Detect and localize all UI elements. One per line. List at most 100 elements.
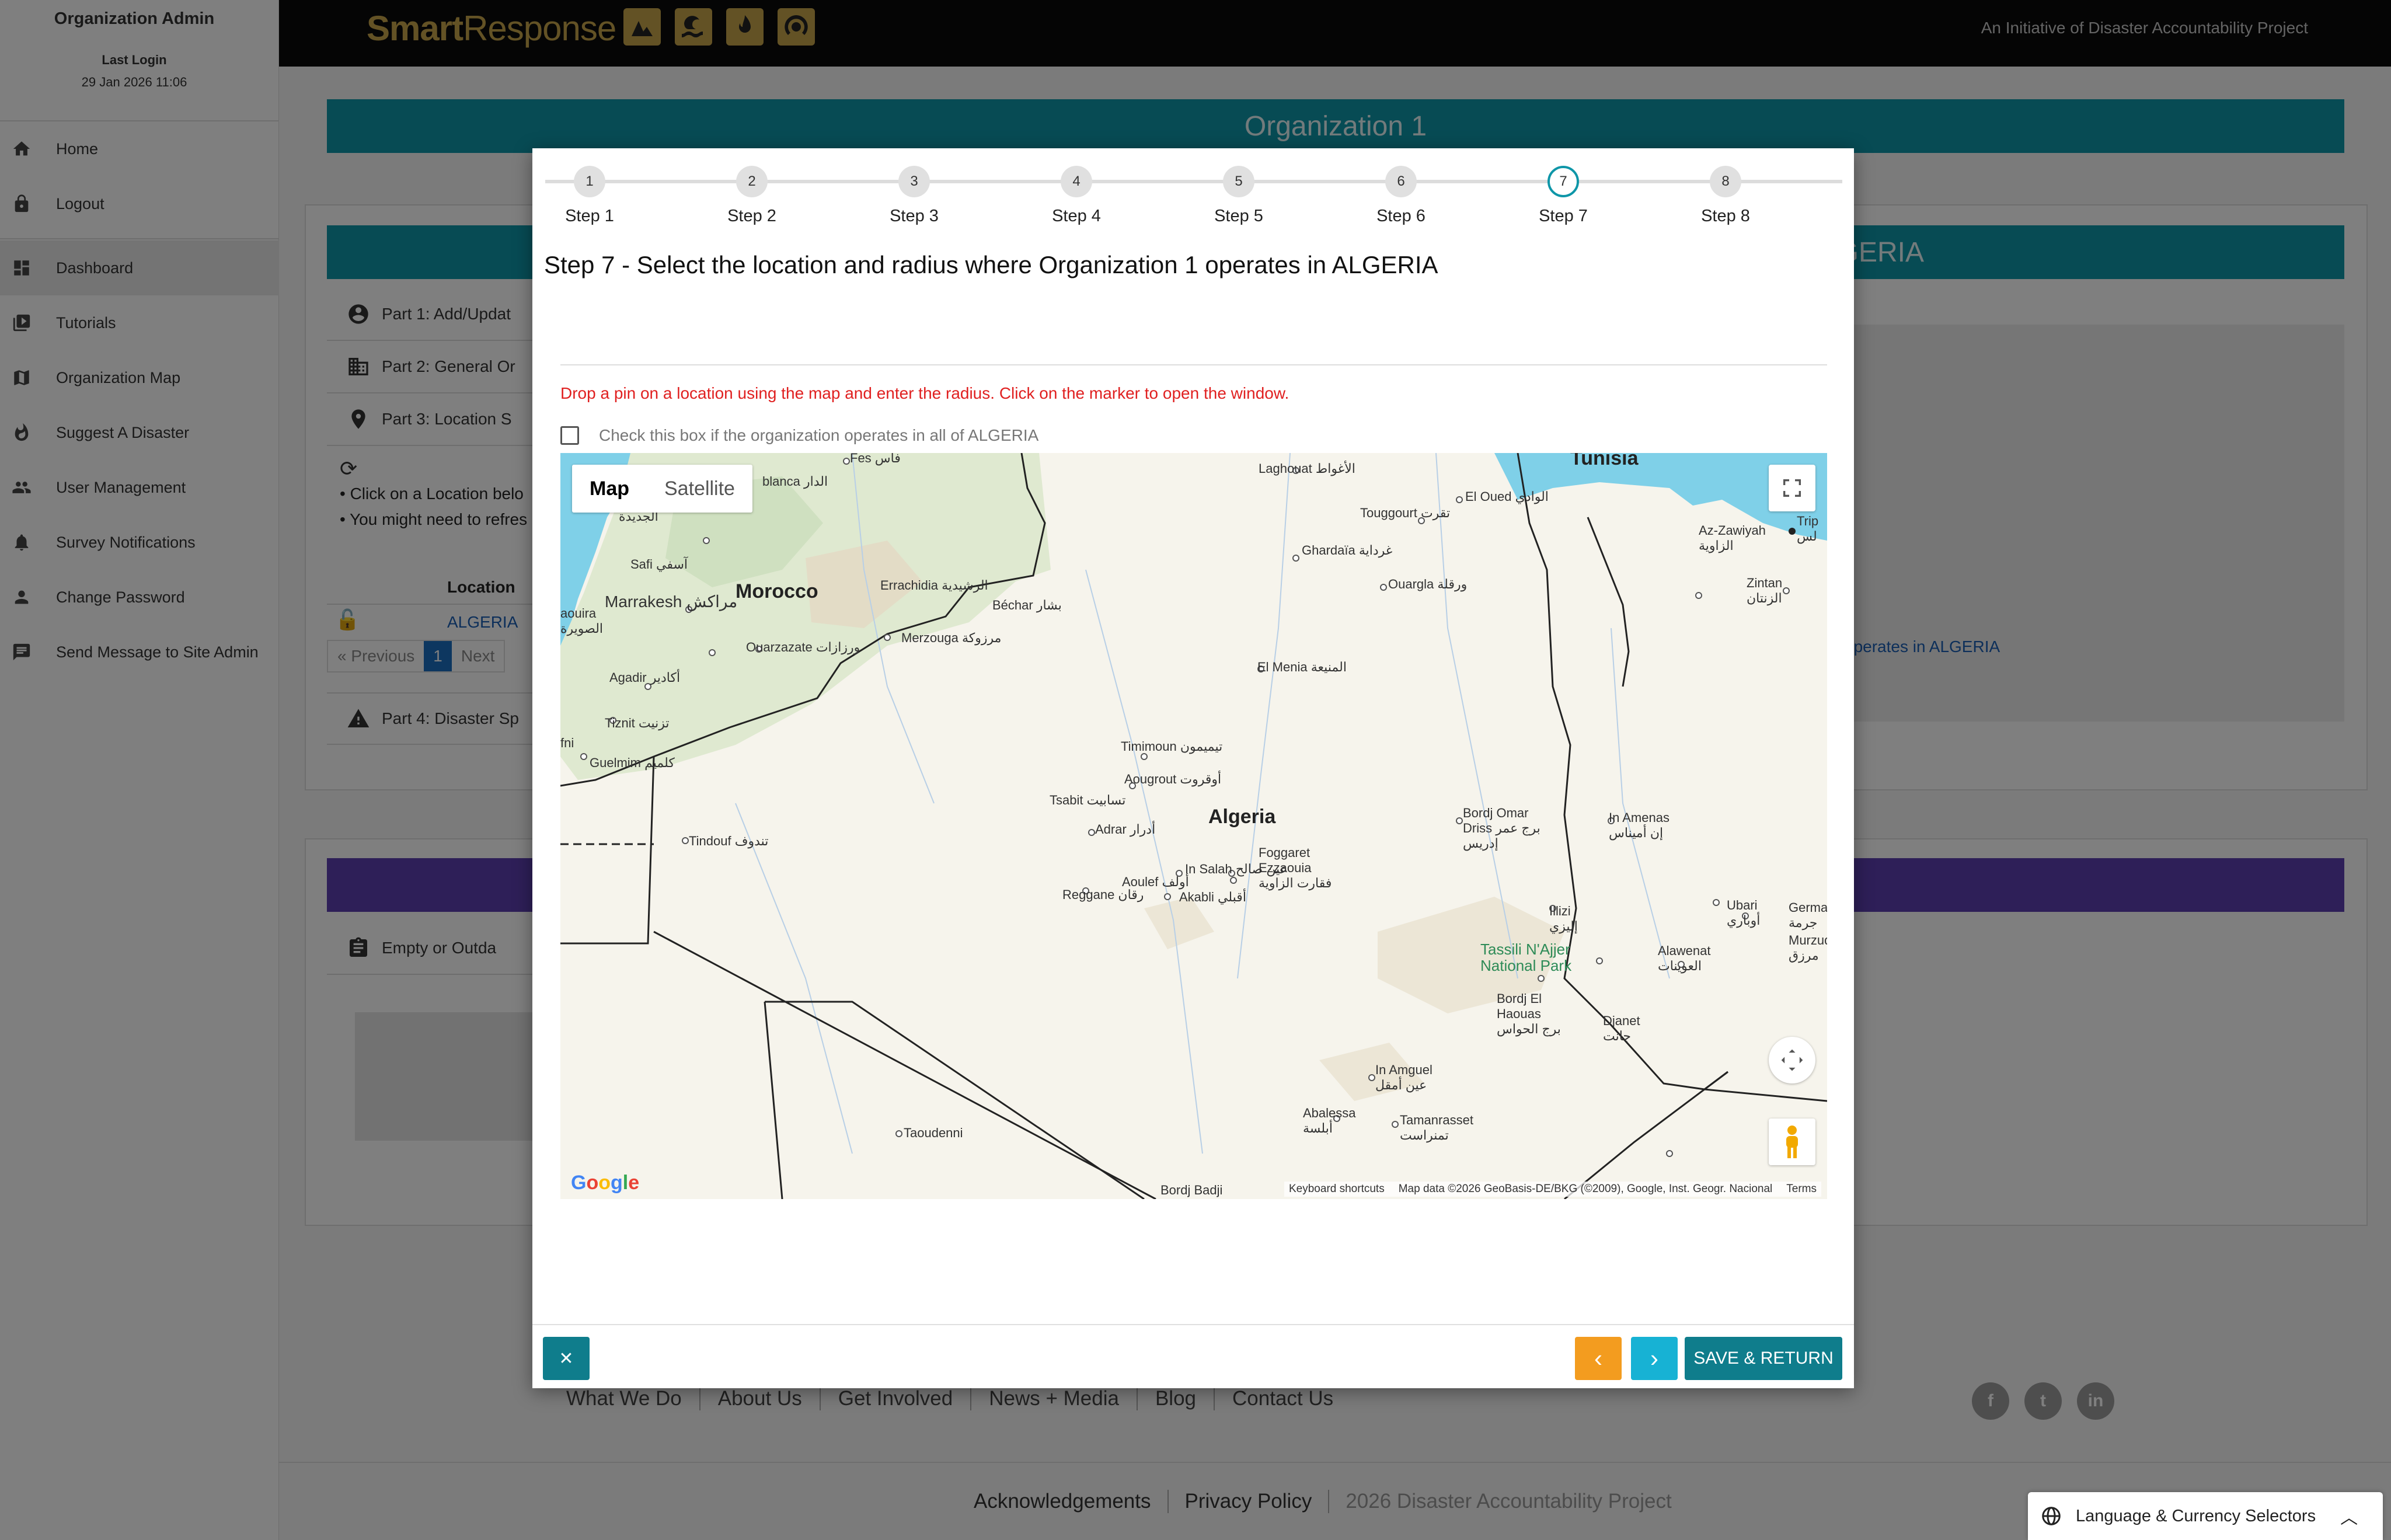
language-currency-selector[interactable]: Language & Currency Selectors ︿	[2028, 1492, 2383, 1540]
step-title: Step 7 - Select the location and radius …	[544, 251, 1438, 278]
map-label-bordjbadji: Bordj Badji	[1160, 1183, 1223, 1197]
map-label-adrar: Adrar أدرار	[1095, 822, 1156, 837]
step-label: Step 2	[727, 207, 776, 225]
map-label-tassili: Tassili N'Ajjer National Park	[1480, 940, 1572, 974]
close-button[interactable]: ✕	[543, 1337, 590, 1380]
map-label-alawenat: Alawenat العوينات	[1658, 943, 1711, 973]
google-logo: Google	[571, 1172, 640, 1194]
map-data-text: Map data ©2026 GeoBasis-DE/BKG (©2009), …	[1398, 1183, 1773, 1195]
map-label-inamenas: In Amenas إن أميناس	[1609, 810, 1669, 840]
previous-step-button[interactable]: ‹	[1575, 1337, 1622, 1380]
step-number: 6	[1385, 166, 1417, 197]
step-number: 5	[1223, 166, 1254, 197]
step-3[interactable]: 3 Step 3	[867, 166, 961, 226]
next-step-button[interactable]: ›	[1631, 1337, 1678, 1380]
map-attribution: Keyboard shortcuts Map data ©2026 GeoBas…	[1284, 1182, 1821, 1197]
map-label-zintan: Zintan الزنتان	[1747, 576, 1783, 605]
map-label-germa: Germa جرمة	[1789, 900, 1827, 930]
map-label-touggourt: Touggourt تقرت	[1360, 506, 1451, 520]
step-4[interactable]: 4 Step 4	[1030, 166, 1123, 226]
map-label-tindouf: Tindouf تندوف	[689, 834, 769, 848]
step-6[interactable]: 6 Step 6	[1354, 166, 1448, 226]
map-label-tamanrasset: Tamanrasset تمنراست	[1400, 1113, 1473, 1142]
map-label-ouarzazate: Ouarzazate ورزازات	[746, 640, 860, 654]
map-label-timimoun: Timimoun تيميمون	[1121, 739, 1223, 754]
language-selector-label: Language & Currency Selectors	[2076, 1506, 2316, 1525]
step-5[interactable]: 5 Step 5	[1192, 166, 1285, 226]
step-label: Step 1	[565, 207, 614, 225]
step-number: 3	[898, 166, 930, 197]
step-number: 2	[736, 166, 768, 197]
map-label-agadir: Agadir أكادير	[609, 670, 681, 685]
all-country-checkbox-row[interactable]: Check this box if the organization opera…	[560, 426, 1038, 445]
step-label: Step 6	[1376, 207, 1425, 225]
map-label-inamguel: In Amguel عين أمقل	[1375, 1062, 1432, 1092]
map-label-laghouat: Laghouat الأغواط	[1259, 461, 1355, 476]
map-label-illizi: Illizi إليزي	[1549, 904, 1578, 933]
map-label-merzouga: Merzouga مرزوكة	[901, 630, 1002, 645]
map-label-bordjelhaouas: Bordj El Haouas برج الحواس	[1497, 991, 1561, 1036]
map-label-djanet: Djanet جانت	[1603, 1013, 1640, 1043]
step-label: Step 3	[890, 207, 939, 225]
map-label-azzawiyah: Az-Zawiyah الزاوية	[1699, 523, 1766, 553]
step-2[interactable]: 2 Step 2	[705, 166, 799, 226]
step-8[interactable]: 8 Step 8	[1679, 166, 1772, 226]
map-label-tripoli: Trip لس	[1797, 514, 1819, 543]
map-label-foggaret: Foggaret Ezzaouia فقارت الزاوية	[1259, 845, 1332, 890]
map-label-murzuq: Murzuq مرزق	[1789, 933, 1827, 963]
map-label-taoudenni: Taoudenni	[904, 1126, 963, 1140]
map-type-satellite-button[interactable]: Satellite	[647, 465, 752, 513]
map-type-control: Map Satellite	[572, 465, 752, 513]
step-number: 7	[1547, 166, 1579, 197]
street-view-pegman-icon[interactable]	[1769, 1119, 1815, 1165]
step-7-current[interactable]: 7 Step 7	[1517, 166, 1610, 226]
map-label-fni: fni	[560, 736, 574, 750]
all-country-checkbox[interactable]	[560, 426, 579, 445]
step-label: Step 5	[1214, 207, 1263, 225]
step-number: 1	[574, 166, 605, 197]
all-country-checkbox-label: Check this box if the organization opera…	[599, 426, 1039, 444]
map-type-map-button[interactable]: Map	[572, 465, 647, 513]
step-number: 4	[1061, 166, 1092, 197]
step-1[interactable]: 1 Step 1	[543, 166, 636, 226]
step-label: Step 7	[1539, 207, 1588, 225]
map-label-fes: Fes فاس	[850, 453, 901, 465]
map-label-tiznit: Tiznit تزنيت	[605, 716, 670, 730]
fullscreen-icon[interactable]	[1769, 465, 1815, 511]
map-label-tunisia: Tunisia	[1570, 453, 1639, 469]
map-label-safi: Safi آسفي	[630, 557, 688, 572]
keyboard-shortcuts-link[interactable]: Keyboard shortcuts	[1289, 1183, 1385, 1196]
globe-icon	[2042, 1507, 2061, 1525]
map-label-guelmim: Guelmim كلميم	[590, 755, 675, 770]
terms-link[interactable]: Terms	[1786, 1183, 1817, 1196]
map-label-algeria: Algeria	[1208, 806, 1276, 828]
step-number: 8	[1710, 166, 1741, 197]
map-label-akabli: Akabli أقبلي	[1179, 890, 1246, 904]
location-map[interactable]: Tunisia Morocco Algeria Tassili N'Ajjer …	[560, 453, 1827, 1199]
map-label-aougrout: Aougrout أوقروت	[1124, 772, 1222, 786]
map-label-eloued: El Oued الوادي	[1465, 489, 1549, 504]
map-label-morocco: Morocco	[736, 580, 818, 602]
chevron-up-icon: ︿	[2340, 1508, 2358, 1528]
map-label-bordjomar: Bordj Omar Driss برج عمر إدريس	[1463, 806, 1540, 851]
camera-control-icon[interactable]	[1769, 1037, 1815, 1083]
map-label-elmenia: El Menia المنيعة	[1257, 660, 1347, 674]
map-label-ubari: Ubari أوباري	[1727, 898, 1761, 928]
map-instruction: Drop a pin on a location using the map a…	[560, 384, 1289, 402]
map-label-tsabit: Tsabit تسابيت	[1050, 793, 1126, 807]
map-label-ouargla: Ouargla ورقلة	[1388, 577, 1468, 591]
map-label-abalessa: Abalessa أبلسة	[1303, 1106, 1356, 1135]
map-label-ghardaia: Ghardaïa غرداية	[1302, 543, 1393, 558]
map-label-bechar: Béchar بشار	[992, 598, 1062, 612]
step-modal: 1 Step 1 2 Step 2 3 Step 3 4 Step 4 5 Step 5 …	[532, 148, 1854, 1388]
map-label-errachidia: Errachidia الرشيدية	[880, 578, 988, 593]
step-label: Step 8	[1701, 207, 1750, 225]
modal-footer-divider	[532, 1324, 1854, 1325]
map-label-reggane: Reggane رقان	[1062, 887, 1144, 902]
map-label-aouira: aouira الصويرة	[560, 606, 604, 636]
step-label: Step 4	[1052, 207, 1101, 225]
title-separator	[560, 364, 1827, 365]
save-and-return-button[interactable]: SAVE & RETURN	[1685, 1337, 1842, 1380]
map-label-blanca: blanca الدار	[762, 474, 828, 489]
map-label-marrakesh: Marrakesh مراكش	[605, 593, 738, 611]
